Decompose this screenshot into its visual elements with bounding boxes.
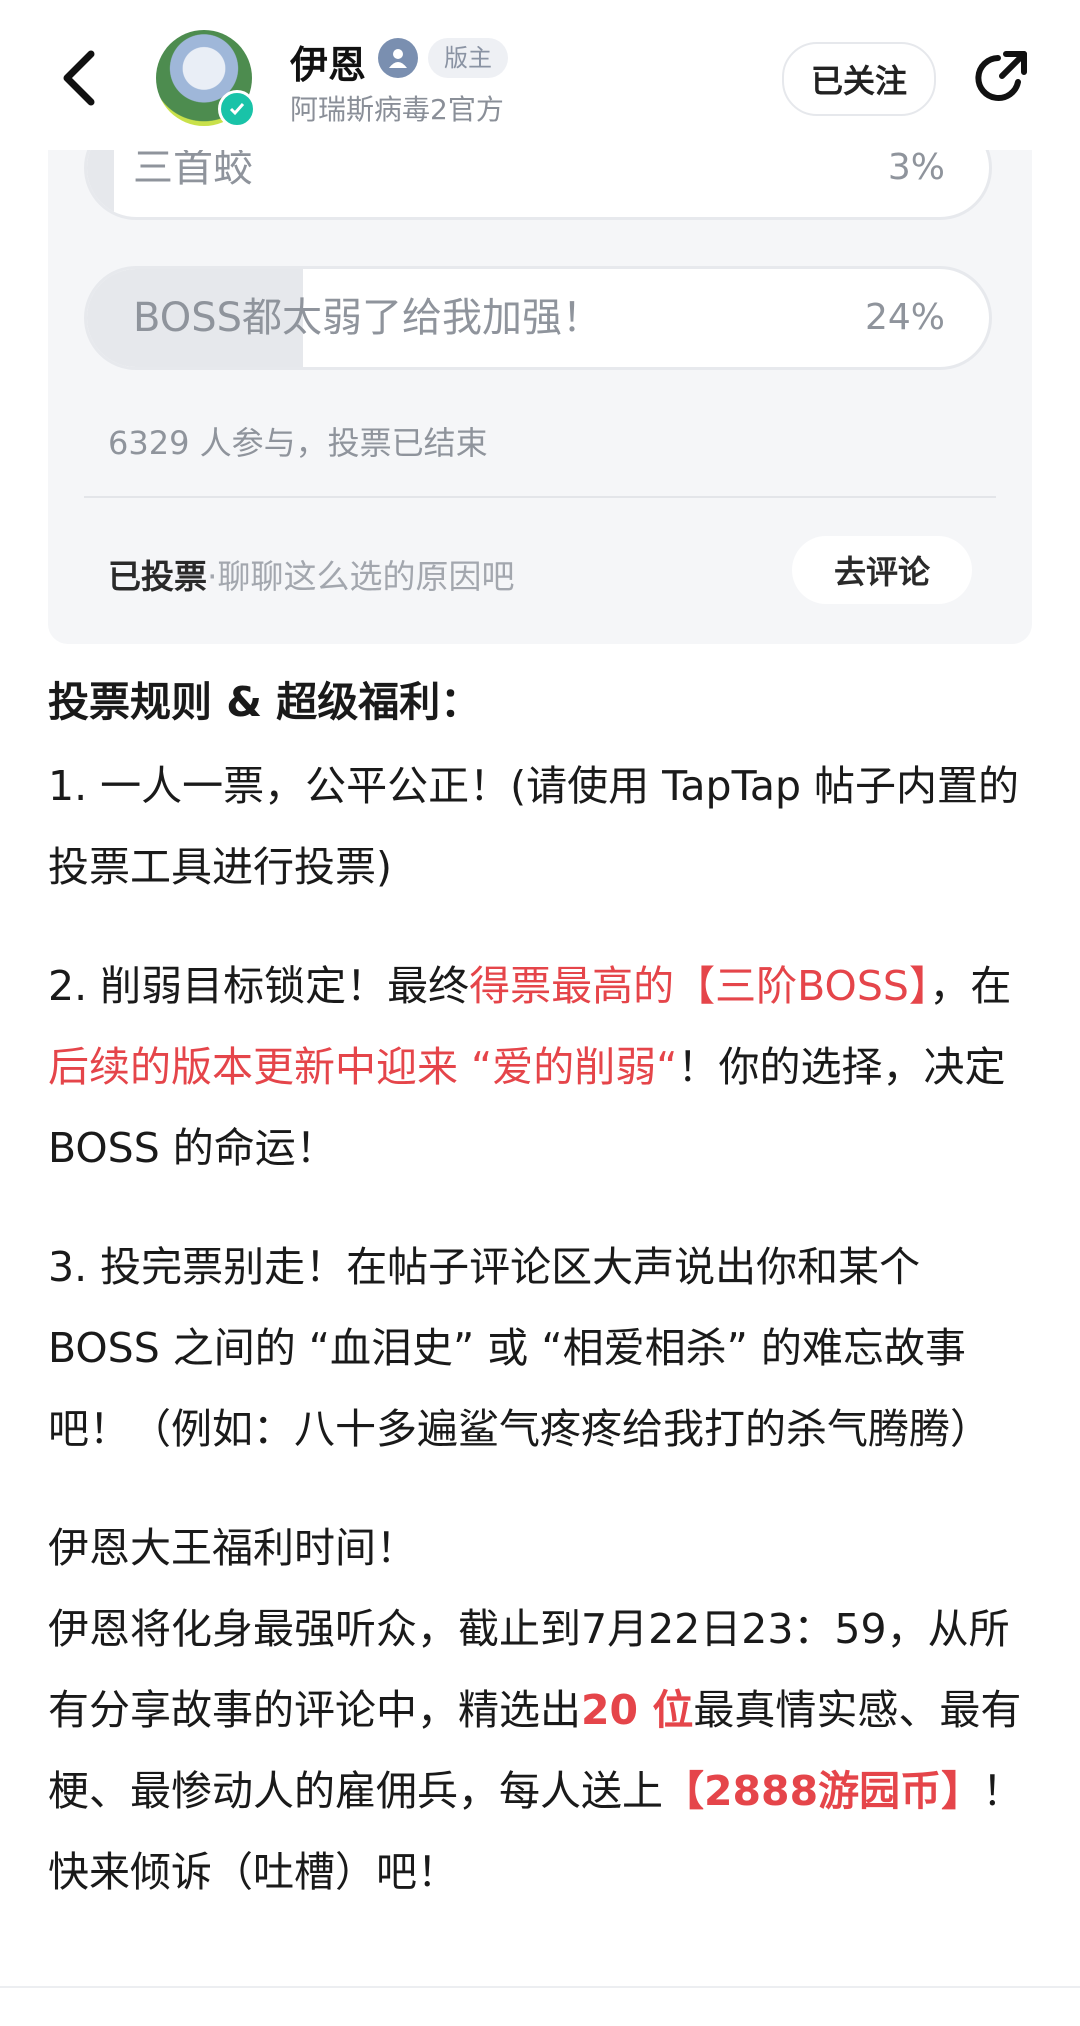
rule-2-highlight: 得票最高的【三阶BOSS】 (469, 962, 930, 1010)
follow-button[interactable]: 已关注 (782, 42, 936, 116)
poll-summary: 6329 人参与，投票已结束 (108, 424, 488, 462)
share-icon (975, 51, 1027, 101)
comment-button[interactable]: 去评论 (792, 536, 972, 604)
author-name[interactable]: 伊恩 (290, 34, 366, 89)
verified-icon (218, 90, 256, 128)
rule-2-highlight: 后续的版本更新中迎来 “爱的削弱“ (48, 1043, 678, 1091)
admin-badge: 版主 (428, 38, 508, 78)
divider (0, 1986, 1080, 1988)
author-subtitle: 阿瑞斯病毒2官方 (290, 93, 504, 126)
welfare-highlight: 【2888游园币】 (663, 1767, 983, 1815)
rule-2-text: ，在 (929, 962, 1012, 1010)
rule-2-text: 2. 削弱目标锁定！最终 (48, 962, 470, 1010)
welfare-text: 伊恩将化身最强听众，截止到7月22日23：59，从所有分享故事的评论中，精选出2… (48, 1589, 1038, 1913)
voted-separator: · (207, 557, 218, 596)
poll-option-label: BOSS都太弱了给我加强！ (133, 295, 603, 341)
poll-card: 三首蛟 3% BOSS都太弱了给我加强！ 24% 6329 人参与，投票已结束 … (48, 116, 1032, 644)
admin-icon (378, 38, 418, 78)
back-button[interactable] (44, 38, 114, 118)
rule-3: 3. 投完票别走！在帖子评论区大声说出你和某个 BOSS 之间的 “血泪史” 或… (48, 1243, 991, 1453)
post-body: 投票规则 & 超级福利： 1. 一人一票，公平公正！(请使用 TapTap 帖子… (48, 670, 1038, 1913)
rules-title: 投票规则 & 超级福利： (48, 678, 482, 726)
poll-option[interactable]: BOSS都太弱了给我加强！ 24% (84, 266, 992, 370)
divider (84, 496, 996, 498)
welfare-highlight: 20 位 (581, 1686, 694, 1734)
rule-2: 2. 削弱目标锁定！最终得票最高的【三阶BOSS】，在后续的版本更新中迎来 “爱… (48, 946, 1038, 1189)
welfare-title: 伊恩大王福利时间！ (48, 1524, 417, 1572)
poll-option-percent: 24% (864, 297, 945, 338)
voted-label: 已投票 (108, 557, 207, 596)
share-button[interactable] (964, 42, 1036, 114)
back-icon (63, 50, 95, 106)
post-header: 伊恩 版主 阿瑞斯病毒2官方 已关注 (0, 0, 1080, 150)
voted-status: 已投票·聊聊这么选的原因吧 (108, 550, 515, 598)
rule-1: 1. 一人一票，公平公正！(请使用 TapTap 帖子内置的投票工具进行投票) (48, 762, 1020, 891)
voted-hint: 聊聊这么选的原因吧 (217, 557, 515, 596)
